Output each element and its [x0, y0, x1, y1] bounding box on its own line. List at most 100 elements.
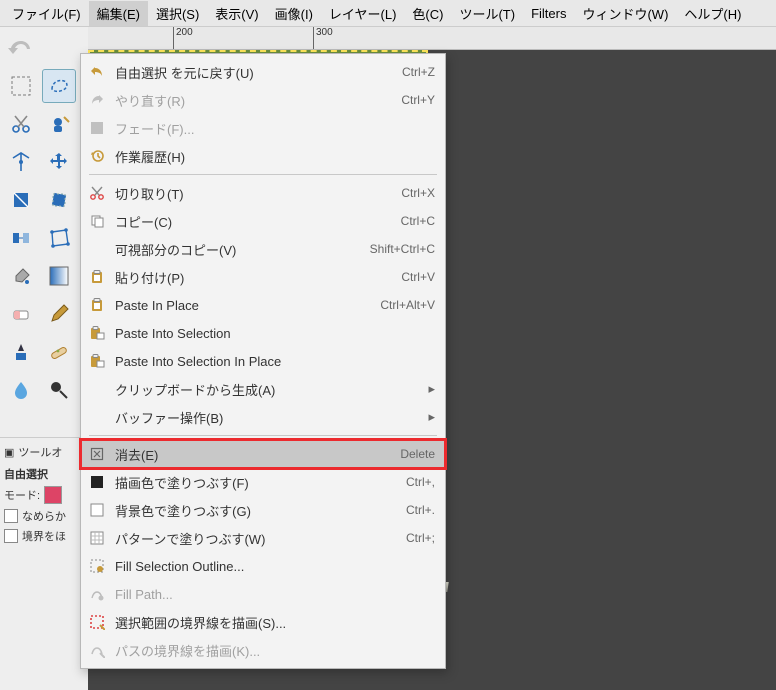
menu-item-s[interactable]: 選択範囲の境界線を描画(S)...: [81, 608, 445, 636]
tool-gradient[interactable]: [42, 259, 76, 293]
tool-scissors[interactable]: [4, 107, 38, 141]
menu-item-fillselectionoutline[interactable]: Fill Selection Outline...: [81, 552, 445, 580]
antialias-checkbox[interactable]: [4, 509, 18, 523]
fill-sel-icon: [87, 556, 107, 576]
tool-eraser[interactable]: [4, 297, 38, 331]
paste-icon: [87, 267, 107, 287]
tool-rect-select[interactable]: [4, 69, 38, 103]
menu-item-u[interactable]: 自由選択 を元に戻す(U)Ctrl+Z: [81, 58, 445, 86]
ruler-horizontal: 200 300: [88, 27, 776, 50]
menu-item-accelerator: Ctrl+C: [401, 214, 435, 228]
antialias-label: なめらか: [22, 508, 66, 524]
ruler-tick: 200: [173, 27, 193, 49]
tool-undo-big[interactable]: [4, 31, 38, 65]
menu-item-label: バッファー操作(B): [115, 408, 419, 427]
menu-image[interactable]: 画像(I): [267, 1, 321, 26]
menu-filters[interactable]: Filters: [523, 3, 574, 24]
menu-item-pasteintoselection[interactable]: Paste Into Selection: [81, 319, 445, 347]
tool-cage[interactable]: [42, 221, 76, 255]
paste-into-icon: [87, 351, 107, 371]
tool-dodge[interactable]: [42, 373, 76, 407]
submenu-arrow-icon: ▸: [425, 409, 435, 425]
feather-checkbox[interactable]: [4, 529, 18, 543]
tool-pencil[interactable]: [42, 297, 76, 331]
menu-item-e[interactable]: 消去(E)Delete: [81, 440, 445, 468]
mode-label: モード:: [4, 487, 40, 503]
menu-item-k: パスの境界線を描画(K)...: [81, 636, 445, 664]
stroke-sel-icon: [87, 612, 107, 632]
blank-icon: [87, 239, 107, 259]
menu-item-t[interactable]: 切り取り(T)Ctrl+X: [81, 179, 445, 207]
menu-item-f[interactable]: 描画色で塗りつぶす(F)Ctrl+,: [81, 468, 445, 496]
menu-layer[interactable]: レイヤー(L): [321, 1, 405, 26]
menu-item-label: Paste Into Selection In Place: [115, 354, 435, 369]
menu-item-accelerator: Ctrl+V: [401, 270, 435, 284]
menu-item-g[interactable]: 背景色で塗りつぶす(G)Ctrl+.: [81, 496, 445, 524]
menu-item-accelerator: Ctrl+X: [401, 186, 435, 200]
tool-heal[interactable]: [42, 335, 76, 369]
tool-options-title: 自由選択: [4, 469, 48, 481]
menu-edit[interactable]: 編集(E): [89, 1, 148, 26]
menu-item-accelerator: Delete: [400, 447, 435, 461]
menu-item-label: 選択範囲の境界線を描画(S)...: [115, 613, 435, 632]
mode-swatch[interactable]: [44, 486, 62, 504]
undo-icon: [87, 62, 107, 82]
menu-separator: [89, 435, 437, 436]
tool-move[interactable]: [42, 145, 76, 179]
menu-item-accelerator: Ctrl+;: [406, 531, 435, 545]
tool-measure[interactable]: [4, 145, 38, 179]
menu-item-c[interactable]: コピー(C)Ctrl+C: [81, 207, 445, 235]
menu-view[interactable]: 表示(V): [207, 1, 266, 26]
menu-item-pasteintoselectioninplace[interactable]: Paste Into Selection In Place: [81, 347, 445, 375]
menu-item-accelerator: Ctrl+Z: [402, 65, 435, 79]
menu-window[interactable]: ウィンドウ(W): [574, 1, 676, 26]
tool-options-panel: ▣ツールオ 自由選択 モード: なめらか 境界をほ: [0, 437, 88, 690]
tool-rotate[interactable]: [42, 183, 76, 217]
paste-into-icon: [87, 323, 107, 343]
tool-options-header: ツールオ: [18, 444, 62, 460]
fill-fg-icon: [87, 472, 107, 492]
menu-item-label: コピー(C): [115, 212, 401, 231]
menu-item-label: Paste Into Selection: [115, 326, 435, 341]
menu-item-r: やり直す(R)Ctrl+Y: [81, 86, 445, 114]
blank-icon: [87, 407, 107, 427]
tool-bucket[interactable]: [4, 259, 38, 293]
menu-item-w[interactable]: パターンで塗りつぶす(W)Ctrl+;: [81, 524, 445, 552]
menu-item-label: 消去(E): [115, 445, 400, 464]
menu-color[interactable]: 色(C): [404, 1, 451, 26]
history-icon: [87, 146, 107, 166]
copy-icon: [87, 211, 107, 231]
menu-item-accelerator: Ctrl+Alt+V: [380, 298, 435, 312]
menu-item-pasteinplace[interactable]: Paste In PlaceCtrl+Alt+V: [81, 291, 445, 319]
stroke-path-icon: [87, 640, 107, 660]
menu-item-h[interactable]: 作業履歴(H): [81, 142, 445, 170]
menu-item-fillpath: Fill Path...: [81, 580, 445, 608]
cut-icon: [87, 183, 107, 203]
menu-item-f: フェード(F)...: [81, 114, 445, 142]
menu-item-b[interactable]: バッファー操作(B) ▸: [81, 403, 445, 431]
menu-item-label: Fill Path...: [115, 587, 435, 602]
menu-file[interactable]: ファイル(F): [4, 1, 89, 26]
blank-icon: [87, 379, 107, 399]
fill-path-icon: [87, 584, 107, 604]
menu-select[interactable]: 選択(S): [148, 1, 207, 26]
tool-foreground-select[interactable]: [42, 107, 76, 141]
tool-crop[interactable]: [4, 183, 38, 217]
tool-blur[interactable]: [4, 373, 38, 407]
menu-item-a[interactable]: クリップボードから生成(A)▸: [81, 375, 445, 403]
menu-item-label: Paste In Place: [115, 298, 380, 313]
menu-item-p[interactable]: 貼り付け(P)Ctrl+V: [81, 263, 445, 291]
tool-ink[interactable]: [4, 335, 38, 369]
menu-item-accelerator: Shift+Ctrl+C: [370, 242, 435, 256]
fill-pattern-icon: [87, 528, 107, 548]
menu-item-label: 貼り付け(P): [115, 268, 401, 287]
menu-item-label: クリップボードから生成(A): [115, 380, 419, 399]
tool-free-select[interactable]: [42, 69, 76, 103]
menu-item-label: パターンで塗りつぶす(W): [115, 529, 406, 548]
tool-flip[interactable]: [4, 221, 38, 255]
menu-item-v[interactable]: 可視部分のコピー(V)Shift+Ctrl+C: [81, 235, 445, 263]
menu-help[interactable]: ヘルプ(H): [676, 1, 749, 26]
menu-item-label: 背景色で塗りつぶす(G): [115, 501, 406, 520]
menu-tools[interactable]: ツール(T): [451, 1, 523, 26]
edit-menu-dropdown: 自由選択 を元に戻す(U)Ctrl+Zやり直す(R)Ctrl+Yフェード(F).…: [80, 53, 446, 669]
